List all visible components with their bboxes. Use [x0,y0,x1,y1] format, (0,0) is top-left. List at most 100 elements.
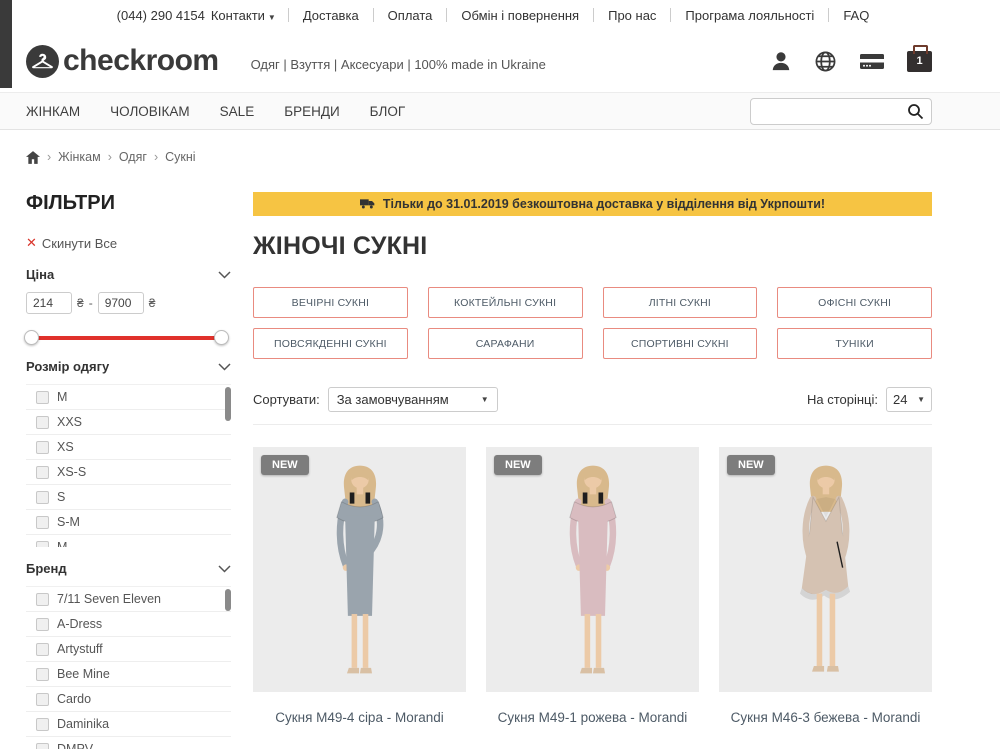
checkbox[interactable] [36,541,49,548]
checkbox[interactable] [36,416,49,429]
checkbox[interactable] [36,693,49,706]
truck-icon [360,198,376,210]
home-icon[interactable] [26,151,40,164]
logo-text: checkroom [63,44,219,78]
search-icon[interactable] [907,103,924,120]
category-evening-dresses[interactable]: ВЕЧІРНІ СУКНІ [253,287,408,318]
price-max-input[interactable] [98,292,144,314]
top-utility-bar: (044) 290 4154 Контакти▼ Доставка Оплата… [0,0,1000,30]
brand-option[interactable]: Daminika [26,712,231,737]
brand-option[interactable]: Bee Mine [26,662,231,687]
product-photo-model [761,460,891,692]
per-page-label: На сторінці: [807,392,878,407]
cart-count-badge: 1 [916,55,922,67]
top-link-delivery[interactable]: Доставка [289,8,373,23]
category-tunics[interactable]: ТУНІКИ [777,328,932,359]
payment-card-icon[interactable] [859,51,885,71]
size-section-header[interactable]: Розмір одягу [26,359,231,374]
search-input[interactable] [750,98,932,125]
checkbox[interactable] [36,391,49,404]
breadcrumb-clothes[interactable]: Одяг [119,150,147,164]
nav-item-blog[interactable]: БЛОГ [370,104,406,119]
account-icon[interactable] [770,50,792,72]
top-link-faq[interactable]: FAQ [829,8,883,23]
brand-option[interactable]: DMPV [26,737,231,749]
checkbox[interactable] [36,441,49,454]
category-casual-dresses[interactable]: ПОВСЯКДЕННІ СУКНІ [253,328,408,359]
product-card[interactable]: NEW [719,447,932,725]
promo-banner: Тільки до 31.01.2019 безкоштовна доставк… [253,192,932,216]
product-image[interactable]: NEW [253,447,466,692]
category-office-dresses[interactable]: ОФІСНІ СУКНІ [777,287,932,318]
checkbox[interactable] [36,743,49,750]
size-options-list[interactable]: M XXS XS XS-S S S-M M [26,384,231,547]
checkbox[interactable] [36,643,49,656]
reset-filters-button[interactable]: ✕ Скинути Все [26,235,231,251]
scrollbar[interactable] [225,589,231,611]
site-logo[interactable]: checkroom [26,44,219,78]
brand-options-list[interactable]: 7/11 Seven Eleven A-Dress Artystuff Bee … [26,586,231,749]
checkbox[interactable] [36,593,49,606]
category-sundresses[interactable]: САРАФАНИ [428,328,583,359]
size-option[interactable]: XS-S [26,460,231,485]
phone-number: (044) 290 4154 [117,8,205,23]
nav-item-men[interactable]: ЧОЛОВІКАМ [110,104,190,119]
top-link-about[interactable]: Про нас [594,8,670,23]
product-image[interactable]: NEW [486,447,699,692]
slider-handle-min[interactable] [24,330,39,345]
brand-option[interactable]: Cardo [26,687,231,712]
left-edge-strip [0,0,12,88]
size-option[interactable]: XXS [26,410,231,435]
chevron-down-icon [218,271,231,279]
nav-item-brands[interactable]: БРЕНДИ [284,104,339,119]
price-range-slider[interactable] [28,330,225,345]
new-badge: NEW [261,455,309,475]
checkbox[interactable] [36,516,49,529]
chevron-down-icon [218,363,231,371]
checkbox[interactable] [36,718,49,731]
nav-item-women[interactable]: ЖІНКАМ [26,104,80,119]
nav-item-sale[interactable]: SALE [220,104,255,119]
breadcrumb: › Жінкам › Одяг › Сукні [26,150,932,164]
breadcrumb-women[interactable]: Жінкам [58,150,101,164]
sort-select[interactable]: За замовчуванням ▼ [328,387,498,412]
contacts-dropdown[interactable]: Контакти▼ [211,8,276,23]
top-link-loyalty[interactable]: Програма лояльності [671,8,828,23]
product-title[interactable]: Сукня М46-3 бежева - Morandi [719,710,932,725]
site-header: checkroom Одяг | Взуття | Аксесуари | 10… [26,30,932,92]
size-option[interactable]: S [26,485,231,510]
checkbox[interactable] [36,668,49,681]
slider-handle-max[interactable] [214,330,229,345]
language-globe-icon[interactable] [814,50,837,73]
checkbox[interactable] [36,618,49,631]
product-image[interactable]: NEW [719,447,932,692]
product-title[interactable]: Сукня М49-1 рожева - Morandi [486,710,699,725]
category-summer-dresses[interactable]: ЛІТНІ СУКНІ [603,287,758,318]
chevron-down-icon: ▼ [917,395,925,404]
price-section-header[interactable]: Ціна [26,267,231,282]
brand-option[interactable]: 7/11 Seven Eleven [26,587,231,612]
per-page-select[interactable]: 24 ▼ [886,387,932,412]
top-link-payment[interactable]: Оплата [374,8,447,23]
checkbox[interactable] [36,491,49,504]
brand-option[interactable]: A-Dress [26,612,231,637]
size-option[interactable]: M [26,535,231,547]
size-option[interactable]: M [26,385,231,410]
product-title[interactable]: Сукня М49-4 сіра - Morandi [253,710,466,725]
size-option[interactable]: S-M [26,510,231,535]
brand-section-header[interactable]: Бренд [26,561,231,576]
category-cocktail-dresses[interactable]: КОКТЕЙЛЬНІ СУКНІ [428,287,583,318]
breadcrumb-dresses[interactable]: Сукні [165,150,195,164]
size-option[interactable]: XS [26,435,231,460]
brand-option[interactable]: Artystuff [26,637,231,662]
price-min-input[interactable] [26,292,72,314]
checkbox[interactable] [36,466,49,479]
product-card[interactable]: NEW [253,447,466,725]
promo-banner-text: Тільки до 31.01.2019 безкоштовна доставк… [383,197,825,211]
subcategory-grid: ВЕЧІРНІ СУКНІ КОКТЕЙЛЬНІ СУКНІ ЛІТНІ СУК… [253,287,932,359]
cart-icon[interactable]: 1 [907,51,932,72]
product-card[interactable]: NEW [486,447,699,725]
top-link-returns[interactable]: Обмін і повернення [447,8,593,23]
scrollbar[interactable] [225,387,231,421]
category-sport-dresses[interactable]: СПОРТИВНІ СУКНІ [603,328,758,359]
